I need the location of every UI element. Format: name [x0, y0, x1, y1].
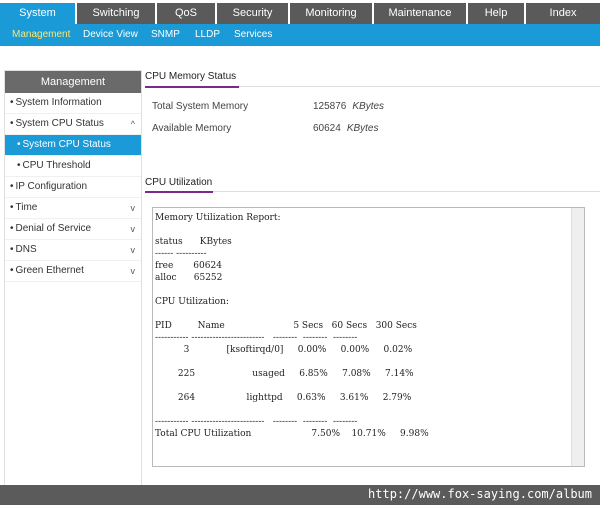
- sidebar-item-label: Time: [15, 202, 38, 213]
- tab-switching[interactable]: Switching: [77, 3, 155, 24]
- sidebar-subitem-cpu-threshold[interactable]: • CPU Threshold: [5, 156, 141, 177]
- bullet-icon: •: [10, 223, 14, 234]
- chevron-down-icon[interactable]: v: [131, 219, 136, 239]
- sidebar-item-label: System CPU Status: [22, 139, 111, 150]
- cpu-section-title: CPU Utilization: [145, 177, 213, 188]
- available-memory-value: 60624 KBytes: [313, 123, 379, 134]
- sidebar-item-label: CPU Threshold: [22, 160, 91, 171]
- available-memory-unit: KBytes: [346, 123, 379, 134]
- sidebar-item-label: System CPU Status: [15, 118, 104, 129]
- report-scrollbar[interactable]: [571, 208, 584, 466]
- sidebar-item-system-cpu-status[interactable]: • System CPU Status ^: [5, 114, 141, 135]
- sidebar: Management • System Information • System C…: [4, 70, 142, 487]
- tab-security[interactable]: Security: [217, 3, 288, 24]
- subnav-services[interactable]: Services: [234, 24, 272, 46]
- subnav-lldp[interactable]: LLDP: [195, 24, 220, 46]
- cpu-section-divider: [145, 191, 600, 193]
- memory-section-divider: [145, 86, 600, 88]
- chevron-down-icon[interactable]: v: [131, 261, 136, 281]
- bullet-icon: •: [10, 181, 14, 192]
- cpu-section-accent: [145, 191, 213, 193]
- subnav-snmp[interactable]: SNMP: [151, 24, 180, 46]
- sidebar-item-time[interactable]: • Time v: [5, 198, 141, 219]
- sidebar-item-denial-of-service[interactable]: • Denial of Service v: [5, 219, 141, 240]
- chevron-down-icon[interactable]: v: [131, 240, 136, 260]
- tab-qos[interactable]: QoS: [157, 3, 215, 24]
- sidebar-subitem-system-cpu-status[interactable]: • System CPU Status: [5, 135, 141, 156]
- subnav-management[interactable]: Management: [12, 24, 70, 46]
- bullet-icon: •: [10, 244, 14, 255]
- cpu-utilization-report[interactable]: Memory Utilization Report: status KBytes…: [152, 207, 585, 467]
- memory-section-accent: [145, 86, 239, 88]
- subnav-device-view[interactable]: Device View: [83, 24, 138, 46]
- sidebar-item-label: DNS: [15, 244, 37, 255]
- total-memory-number: 125876: [313, 101, 347, 112]
- sidebar-item-dns[interactable]: • DNS v: [5, 240, 141, 261]
- footer-bar: http://www.fox-saying.com/album: [0, 485, 600, 505]
- sidebar-item-label: Denial of Service: [15, 223, 92, 234]
- bullet-icon: •: [10, 265, 14, 276]
- bullet-icon: •: [10, 118, 14, 129]
- sidebar-title: Management: [5, 71, 141, 93]
- memory-section-title: CPU Memory Status: [145, 71, 237, 82]
- tab-help[interactable]: Help: [468, 3, 524, 24]
- tab-monitoring[interactable]: Monitoring: [290, 3, 372, 24]
- sidebar-item-green-ethernet[interactable]: • Green Ethernet v: [5, 261, 141, 282]
- cpu-report-text: Memory Utilization Report: status KBytes…: [155, 213, 429, 439]
- bullet-icon: •: [10, 202, 14, 213]
- bullet-icon: •: [10, 97, 14, 108]
- sidebar-item-system-information[interactable]: • System Information: [5, 93, 141, 114]
- chevron-down-icon[interactable]: v: [131, 198, 136, 218]
- tab-system[interactable]: System: [0, 3, 75, 24]
- sidebar-item-label: System Information: [15, 97, 102, 108]
- total-memory-label: Total System Memory: [152, 101, 249, 112]
- bullet-icon: •: [17, 139, 21, 150]
- footer-url: http://www.fox-saying.com/album: [368, 487, 592, 501]
- available-memory-label: Available Memory: [152, 123, 232, 134]
- top-navigation: System Switching QoS Security Monitoring…: [0, 0, 600, 24]
- bullet-icon: •: [17, 160, 21, 171]
- tab-maintenance[interactable]: Maintenance: [374, 3, 466, 24]
- available-memory-number: 60624: [313, 123, 341, 134]
- chevron-up-icon[interactable]: ^: [131, 114, 135, 134]
- tab-index[interactable]: Index: [526, 3, 600, 24]
- total-memory-value: 125876 KBytes: [313, 101, 384, 112]
- sidebar-item-ip-configuration[interactable]: • IP Configuration: [5, 177, 141, 198]
- sidebar-item-label: IP Configuration: [15, 181, 88, 192]
- total-memory-unit: KBytes: [352, 101, 385, 112]
- sidebar-item-label: Green Ethernet: [15, 265, 84, 276]
- sub-navigation: Management Device View SNMP LLDP Service…: [0, 24, 600, 46]
